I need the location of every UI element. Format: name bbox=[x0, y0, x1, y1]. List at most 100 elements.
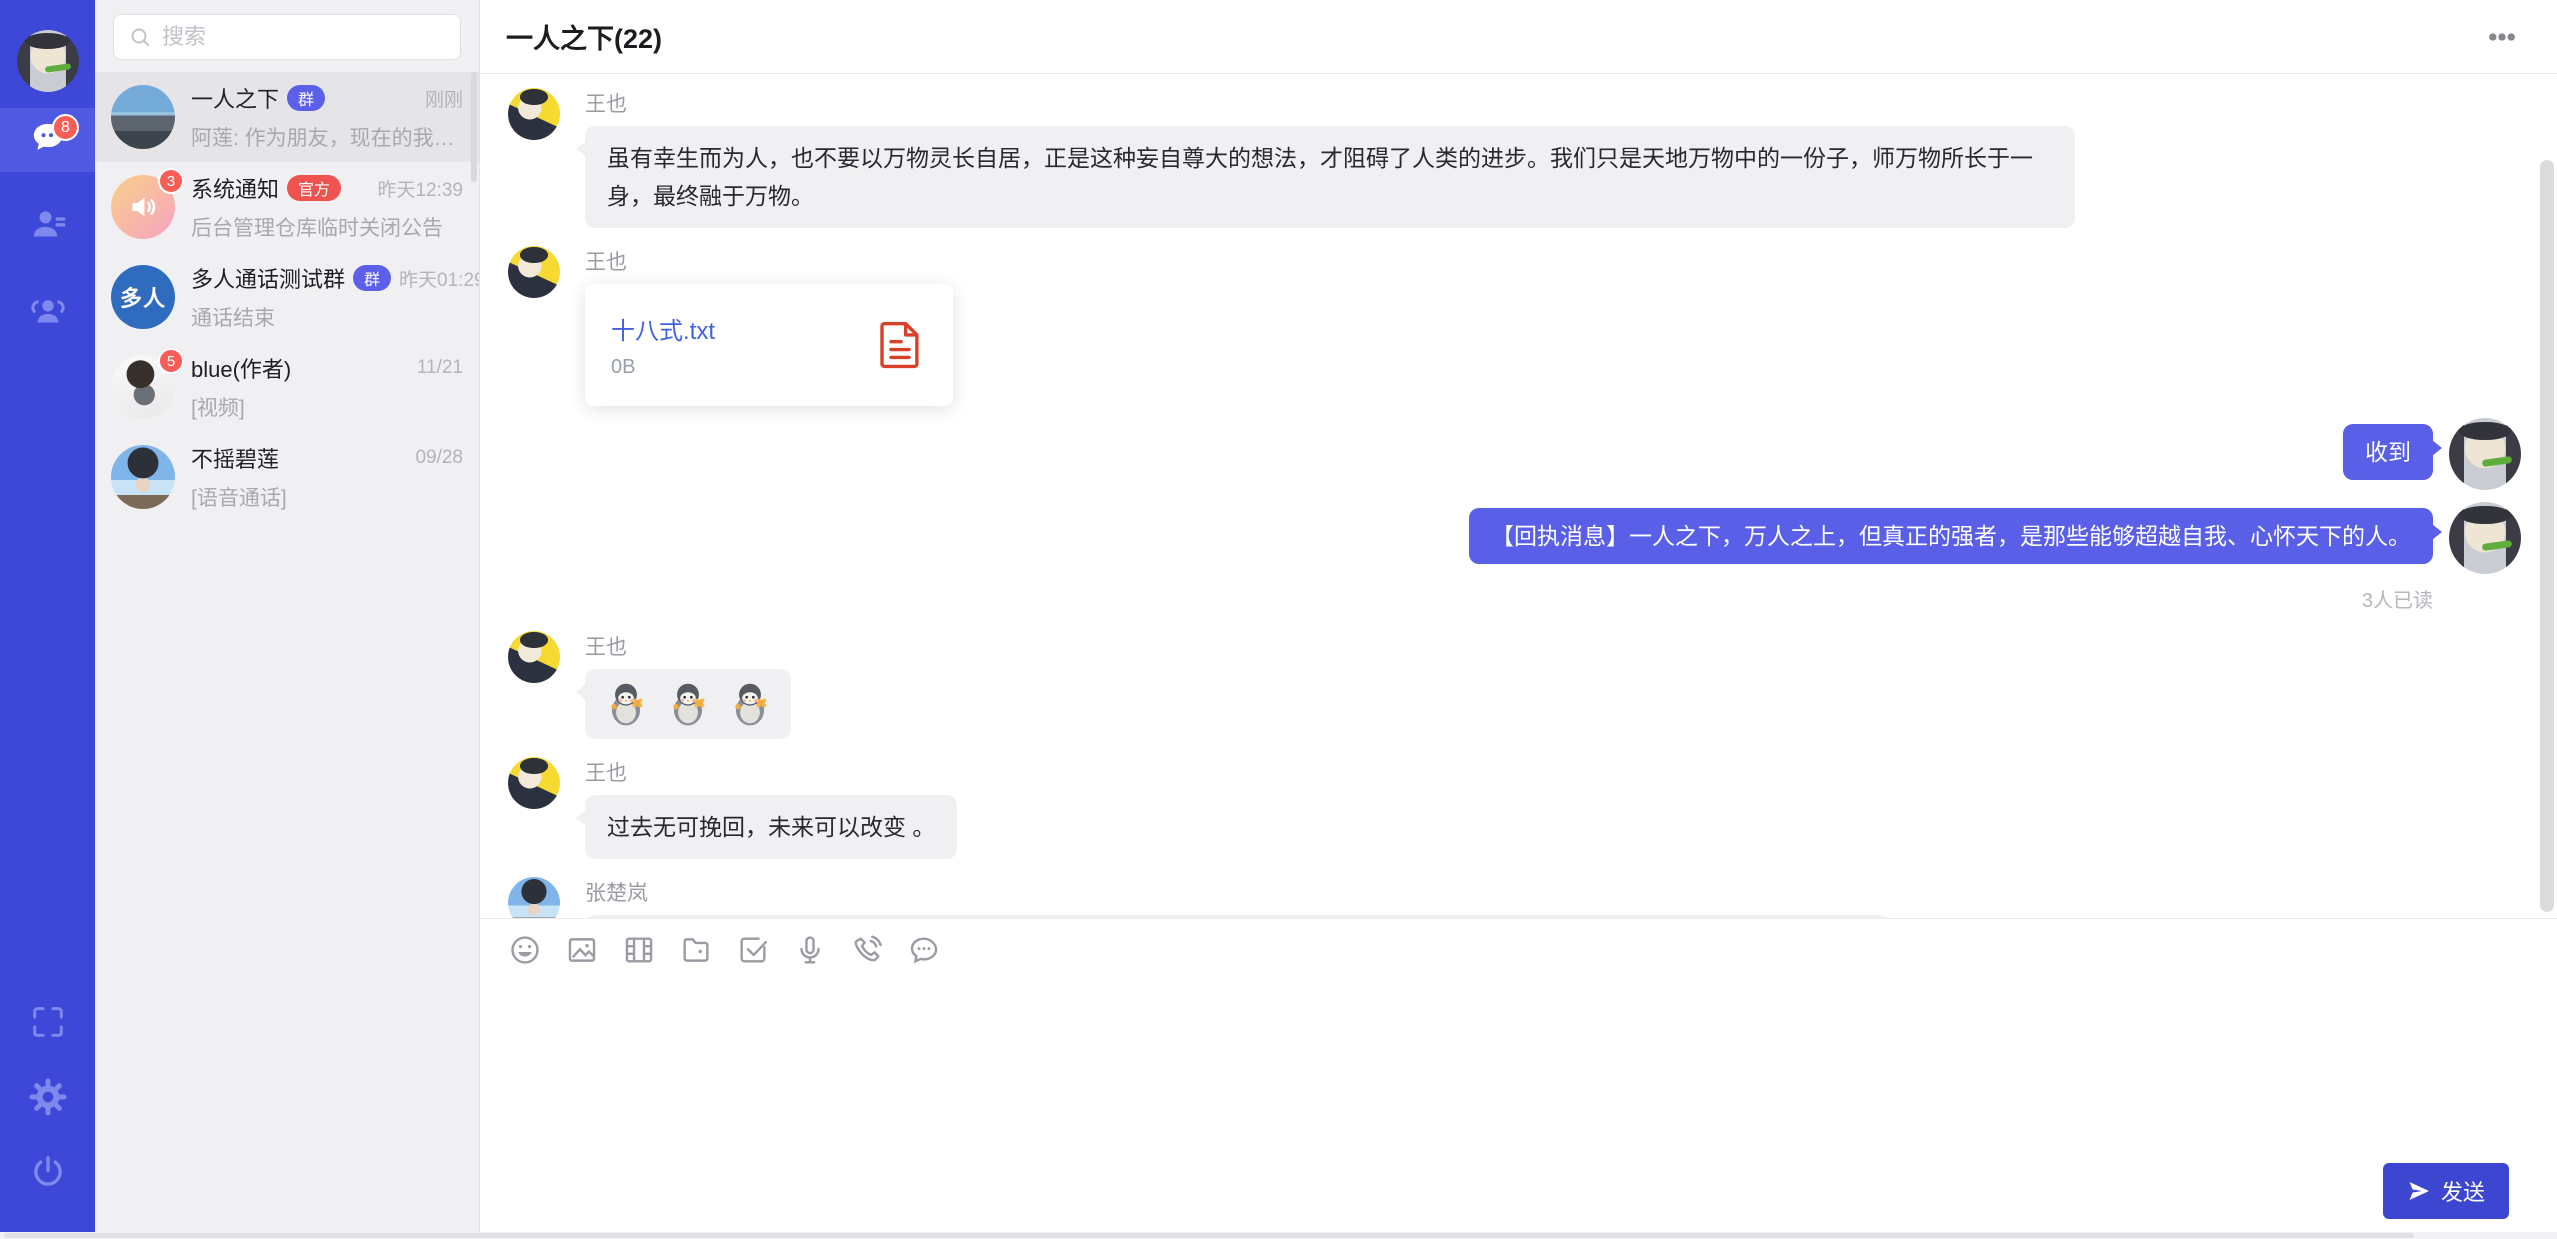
list-scrollbar-thumb[interactable] bbox=[471, 72, 477, 182]
paper-plane-icon bbox=[2407, 1179, 2431, 1203]
unread-badge: 5 bbox=[158, 348, 184, 374]
messages-scrollbar-thumb[interactable] bbox=[2540, 160, 2554, 912]
chat-title: 一人之下(22) bbox=[506, 17, 662, 56]
message-outgoing: 收到 bbox=[508, 424, 2521, 490]
logout-button[interactable] bbox=[0, 1142, 95, 1206]
groups-icon bbox=[28, 290, 68, 335]
message-incoming: 王也 虽有幸生而为人，也不要以万物灵长自居，正是这种妄自尊大的想法，才阻碍了人类… bbox=[508, 88, 2521, 228]
conversation-preview: 通话结束 bbox=[191, 302, 463, 332]
call-button[interactable] bbox=[850, 933, 884, 967]
task-button[interactable] bbox=[736, 933, 770, 967]
horizontal-scrollbar-thumb[interactable] bbox=[4, 1233, 2414, 1238]
file-button[interactable] bbox=[679, 933, 713, 967]
multi-call-group-avatar: 多人 bbox=[111, 265, 175, 329]
current-user-avatar[interactable] bbox=[17, 30, 79, 92]
conversation-time: 09/28 bbox=[407, 447, 463, 469]
conversation-name: 系统通知 bbox=[191, 172, 279, 204]
rail-bottom bbox=[0, 992, 95, 1239]
search-box[interactable] bbox=[113, 14, 461, 60]
message-input[interactable] bbox=[508, 981, 2529, 1225]
conversation-preview: [视频] bbox=[191, 392, 463, 422]
document-icon bbox=[873, 318, 927, 372]
nav-groups[interactable] bbox=[0, 280, 95, 344]
conversation-item[interactable]: 3 系统通知 官方 昨天12:39 后台管理仓库临时关闭公告 bbox=[95, 162, 479, 252]
sender-avatar[interactable] bbox=[508, 631, 560, 683]
sender-avatar[interactable] bbox=[508, 877, 560, 918]
chats-unread-badge: 8 bbox=[52, 114, 79, 141]
microphone-icon bbox=[793, 933, 827, 967]
conversation-name: 多人通话测试群 bbox=[191, 262, 345, 294]
conversation-time: 刚刚 bbox=[417, 85, 463, 112]
group-badge: 群 bbox=[353, 265, 391, 291]
conversation-item[interactable]: 一人之下 群 刚刚 阿莲: 作为朋友，现在的我没法... bbox=[95, 72, 479, 162]
more-menu-button[interactable] bbox=[2485, 20, 2519, 54]
nav-contacts[interactable] bbox=[0, 194, 95, 258]
conversation-preview: [语音通话] bbox=[191, 482, 463, 512]
sender-name: 王也 bbox=[585, 757, 957, 787]
composer-toolbar bbox=[508, 933, 2529, 967]
penguin-sticker bbox=[663, 679, 713, 729]
fullscreen-button[interactable] bbox=[0, 992, 95, 1056]
conversation-preview: 后台管理仓库临时关闭公告 bbox=[191, 212, 463, 242]
message-list: 王也 虽有幸生而为人，也不要以万物灵长自居，正是这种妄自尊大的想法，才阻碍了人类… bbox=[480, 74, 2557, 918]
message-outgoing: 【回执消息】一人之下，万人之上，但真正的强者，是那些能够超越自我、心怀天下的人。… bbox=[508, 508, 2521, 613]
image-button[interactable] bbox=[565, 933, 599, 967]
penguin-sticker bbox=[601, 679, 651, 729]
video-button[interactable] bbox=[622, 933, 656, 967]
gear-icon bbox=[28, 1077, 68, 1122]
settings-button[interactable] bbox=[0, 1067, 95, 1131]
conversation-item[interactable]: 5 blue(作者) 11/21 [视频] bbox=[95, 342, 479, 432]
chat-header: 一人之下(22) bbox=[480, 0, 2557, 74]
emoji-picker-button[interactable] bbox=[508, 933, 542, 967]
nav-chats[interactable]: 8 bbox=[0, 108, 95, 172]
conversation-time: 昨天01:29 bbox=[391, 265, 479, 292]
sender-avatar[interactable] bbox=[508, 246, 560, 298]
unread-badge: 3 bbox=[158, 168, 184, 194]
search-area bbox=[95, 0, 479, 72]
message-incoming-sticker: 王也 bbox=[508, 631, 2521, 739]
avatar-text: 多人 bbox=[120, 281, 166, 313]
sender-name: 王也 bbox=[585, 246, 953, 276]
message-bubble: 【回执消息】一人之下，万人之上，但真正的强者，是那些能够超越自我、心怀天下的人。 bbox=[1469, 508, 2433, 564]
voice-button[interactable] bbox=[793, 933, 827, 967]
message-incoming: 张楚岚 作为朋友，现在的我没法保证救你逃出生天，我能保证的只有...如果你真的会… bbox=[508, 877, 2521, 918]
image-icon bbox=[565, 933, 599, 967]
composer: 发送 bbox=[480, 918, 2557, 1239]
conversation-item[interactable]: 多人 多人通话测试群 群 昨天01:29 通话结束 bbox=[95, 252, 479, 342]
sticker-bubble bbox=[585, 669, 791, 739]
conversation-name: 一人之下 bbox=[191, 82, 279, 114]
rail-nav: 8 bbox=[0, 108, 95, 366]
search-input[interactable] bbox=[162, 24, 446, 50]
folder-icon bbox=[679, 933, 713, 967]
blue-author-avatar: 5 bbox=[111, 355, 175, 419]
app-window: 8 bbox=[0, 0, 2557, 1239]
contacts-icon bbox=[28, 204, 68, 249]
file-size: 0B bbox=[611, 356, 873, 379]
conversation-item[interactable]: 不摇碧莲 09/28 [语音通话] bbox=[95, 432, 479, 522]
conversation-items: 一人之下 群 刚刚 阿莲: 作为朋友，现在的我没法... 3 系统通知 官方 bbox=[95, 72, 479, 1239]
file-name[interactable]: 十八式.txt bbox=[611, 311, 873, 346]
speaker-icon bbox=[126, 190, 160, 224]
search-icon bbox=[128, 25, 152, 49]
sender-avatar[interactable] bbox=[508, 757, 560, 809]
sender-avatar[interactable] bbox=[508, 88, 560, 140]
group-avatar bbox=[111, 85, 175, 149]
own-avatar[interactable] bbox=[2449, 418, 2521, 490]
film-icon bbox=[622, 933, 656, 967]
own-avatar[interactable] bbox=[2449, 502, 2521, 574]
message-bubble: 虽有幸生而为人，也不要以万物灵长自居，正是这种妄自尊大的想法，才阻碍了人类的进步… bbox=[585, 126, 2075, 228]
smiley-icon bbox=[508, 933, 542, 967]
conversation-name: blue(作者) bbox=[191, 352, 291, 384]
message-bubble: 过去无可挽回，未来可以改变 。 bbox=[585, 795, 957, 859]
send-button[interactable]: 发送 bbox=[2383, 1163, 2509, 1219]
message-incoming: 王也 过去无可挽回，未来可以改变 。 bbox=[508, 757, 2521, 859]
group-badge: 群 bbox=[287, 85, 325, 111]
file-attachment-card[interactable]: 十八式.txt 0B bbox=[585, 284, 953, 406]
horizontal-scrollbar[interactable] bbox=[0, 1232, 2557, 1239]
official-badge: 官方 bbox=[287, 175, 341, 201]
history-button[interactable] bbox=[907, 933, 941, 967]
sender-name: 张楚岚 bbox=[585, 877, 1890, 907]
conversation-time: 昨天12:39 bbox=[369, 175, 463, 202]
message-incoming-file: 王也 十八式.txt 0B bbox=[508, 246, 2521, 406]
conversation-time: 11/21 bbox=[409, 357, 463, 379]
